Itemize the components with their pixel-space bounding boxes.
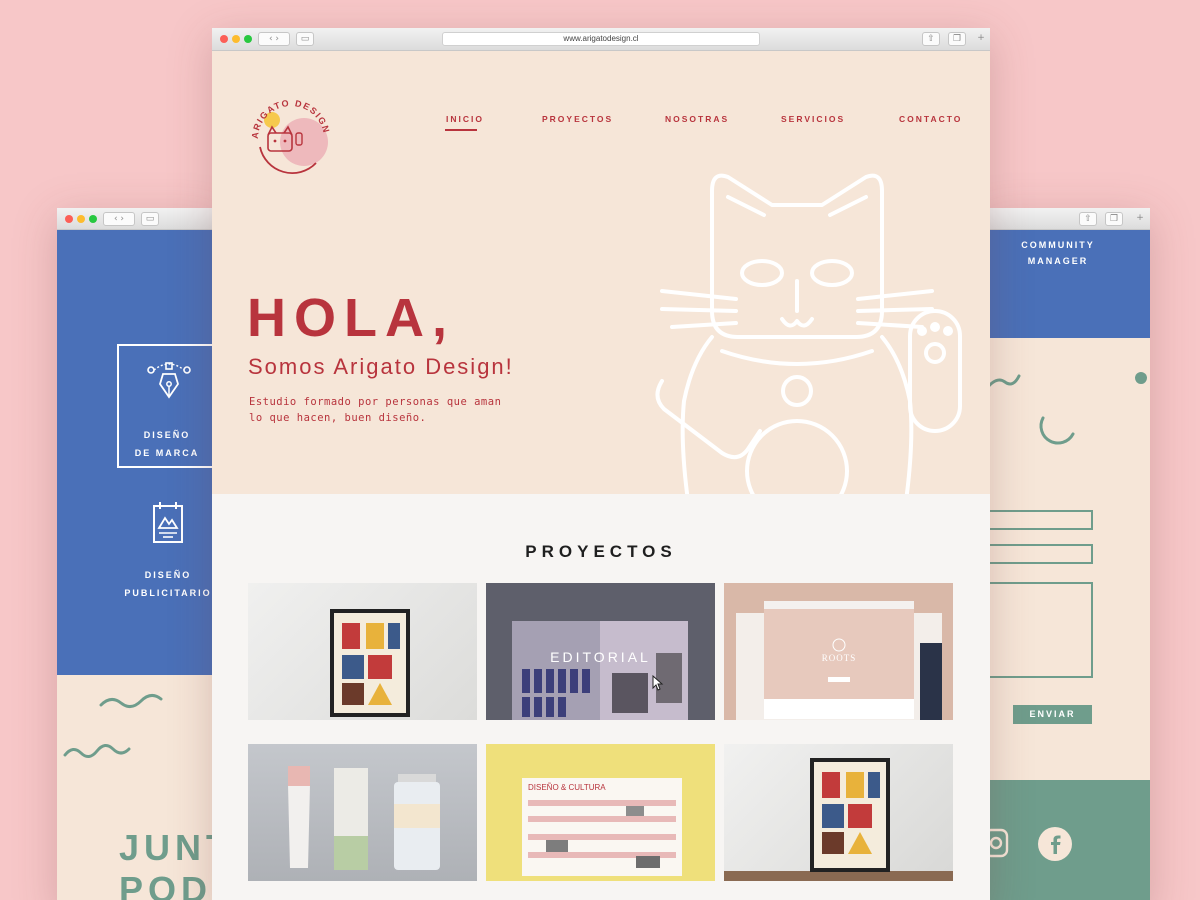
close-window-icon[interactable]	[220, 35, 228, 43]
project-tile-poster-2[interactable]	[724, 744, 953, 881]
hero-description: Estudio formado por personas que aman lo…	[249, 394, 501, 426]
facebook-icon[interactable]	[1037, 826, 1073, 862]
project-tile-web[interactable]: ROOTS	[724, 583, 953, 720]
decorative-shapes	[985, 372, 1147, 445]
browser-toolbar: ⇧ ❐ +	[983, 208, 1150, 230]
right-browser-window: ⇧ ❐ + COMMUNITY MANAGER ENVIAR	[983, 208, 1150, 900]
maximize-window-icon[interactable]	[244, 35, 252, 43]
svg-text:ROOTS: ROOTS	[822, 653, 857, 663]
left-bottom-section: JUNT PODE	[57, 675, 217, 900]
infographic-thumbnail: DISEÑO & CULTURA	[522, 778, 682, 876]
service2-label-line1: DISEÑO	[144, 570, 192, 580]
share-icon[interactable]: ⇧	[1079, 212, 1097, 226]
service-label-line1: DISEÑO	[143, 430, 191, 440]
service-label-line2: MANAGER	[1027, 256, 1089, 266]
back-forward-buttons[interactable]: ‹ ›	[103, 212, 135, 226]
editorial-hover-label: EDITORIAL	[550, 649, 651, 665]
hero-description-line1: Estudio formado por personas que aman	[249, 396, 502, 408]
browser-toolbar: ‹ › ▭ www.arigatodesign.cl ⇧ ❐ +	[212, 28, 990, 51]
hero-description-line2: lo que hacen, buen diseño.	[249, 412, 427, 424]
hero-section: ARIGATO DESIGN INICIO PROYECTOS NOSOTRAS…	[212, 51, 990, 494]
projects-title: PROYECTOS	[525, 542, 677, 561]
send-button[interactable]: ENVIAR	[1013, 705, 1092, 724]
projects-section: PROYECTOS EDITORIAL ROOTS DISEÑO & CULTU…	[212, 494, 990, 900]
minimize-window-icon[interactable]	[77, 215, 85, 223]
community-manager-panel: COMMUNITY MANAGER	[983, 230, 1150, 338]
advertising-poster-icon	[153, 502, 183, 543]
email-field[interactable]	[983, 544, 1093, 564]
arigato-design-logo[interactable]: ARIGATO DESIGN	[246, 89, 336, 179]
poster-thumbnail	[724, 758, 953, 881]
project-tile-infographic[interactable]: DISEÑO & CULTURA	[486, 744, 715, 881]
services-panel: DISEÑO DE MARCA DISEÑO PUBLICITARIO	[57, 230, 217, 675]
pen-tool-icon	[147, 362, 191, 399]
address-bar[interactable]: www.arigatodesign.cl	[442, 32, 760, 46]
svg-text:DISEÑO & CULTURA: DISEÑO & CULTURA	[528, 783, 606, 792]
tabs-icon[interactable]: ❐	[1105, 212, 1123, 226]
hero-heading: HOLA,	[247, 288, 455, 348]
close-window-icon[interactable]	[65, 215, 73, 223]
mouse-cursor-icon	[652, 675, 664, 691]
website-thumbnail: ROOTS	[736, 601, 942, 720]
project-tile-packaging[interactable]	[248, 744, 477, 881]
service-label-line2: DE MARCA	[134, 448, 200, 458]
browser-toolbar: ‹ › ▭	[57, 208, 217, 230]
hero-subheading: Somos Arigato Design!	[248, 354, 514, 379]
footer-social-section	[983, 780, 1150, 900]
nav-inicio[interactable]: INICIO	[446, 114, 484, 124]
left-headline-line2: PODE	[119, 869, 217, 900]
tabs-icon[interactable]: ❐	[948, 32, 966, 46]
message-field[interactable]	[983, 582, 1093, 678]
left-headline-line1: JUNT	[119, 827, 217, 868]
name-field[interactable]	[983, 510, 1093, 530]
main-browser-window: ‹ › ▭ www.arigatodesign.cl ⇧ ❐ + ARIGATO…	[212, 28, 990, 900]
project-tile-poster[interactable]	[248, 583, 477, 720]
sidebar-icon[interactable]: ▭	[141, 212, 159, 226]
left-browser-window: ‹ › ▭ DISEÑO DE MARCA DISEÑO PUBLICITARI…	[57, 208, 217, 900]
new-tab-icon[interactable]: +	[974, 32, 988, 46]
nav-contacto[interactable]: CONTACTO	[899, 114, 962, 124]
service-label-line1: COMMUNITY	[1021, 240, 1095, 250]
new-tab-icon[interactable]: +	[1133, 212, 1147, 226]
service2-label-line2: PUBLICITARIO	[124, 588, 212, 598]
nav-nosotras[interactable]: NOSOTRAS	[665, 114, 729, 124]
nav-proyectos[interactable]: PROYECTOS	[542, 114, 613, 124]
brand-design-service-card[interactable]: DISEÑO DE MARCA	[117, 344, 217, 468]
lucky-cat-illustration	[655, 173, 962, 494]
share-icon[interactable]: ⇧	[922, 32, 940, 46]
poster-thumbnail	[330, 609, 410, 717]
back-forward-buttons[interactable]: ‹ ›	[258, 32, 290, 46]
minimize-window-icon[interactable]	[232, 35, 240, 43]
sidebar-icon[interactable]: ▭	[296, 32, 314, 46]
packaging-thumbnail	[288, 766, 440, 870]
active-nav-underline	[445, 129, 477, 131]
maximize-window-icon[interactable]	[89, 215, 97, 223]
nav-servicios[interactable]: SERVICIOS	[781, 114, 845, 124]
project-tile-editorial[interactable]: EDITORIAL	[486, 583, 715, 720]
